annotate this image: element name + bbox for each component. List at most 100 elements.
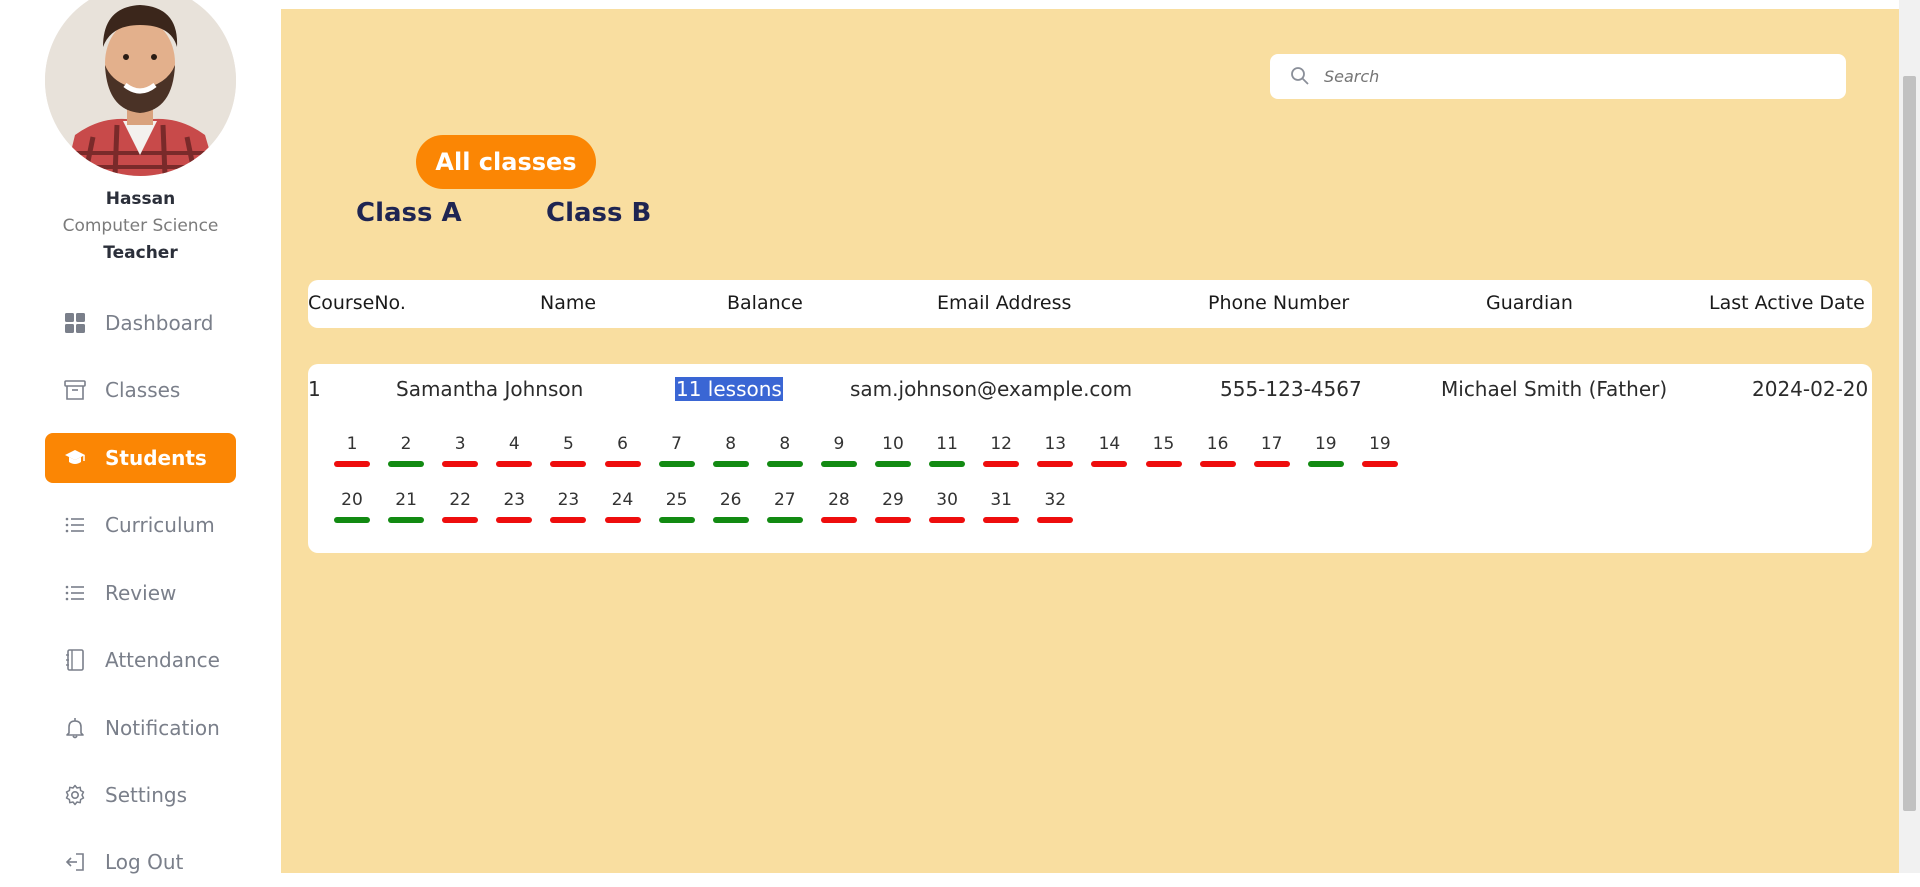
lesson-marker[interactable]: 9 <box>820 434 858 467</box>
cell-balance: 11 lessons <box>675 377 783 401</box>
lesson-marker[interactable]: 26 <box>712 490 750 523</box>
class-b-tab[interactable]: Class B <box>546 198 651 228</box>
lesson-status-bar <box>983 461 1020 467</box>
lesson-number: 10 <box>882 434 904 454</box>
lesson-marker[interactable]: 21 <box>387 490 425 523</box>
lesson-number: 24 <box>611 490 634 510</box>
lesson-marker[interactable]: 31 <box>982 490 1020 523</box>
lesson-marker[interactable]: 14 <box>1090 434 1128 467</box>
lesson-marker[interactable]: 24 <box>604 490 642 523</box>
lesson-marker[interactable]: 7 <box>658 434 696 467</box>
lesson-marker[interactable]: 30 <box>928 490 966 523</box>
lesson-status-bar <box>1199 461 1236 467</box>
lesson-marker[interactable]: 2 <box>387 434 425 467</box>
lesson-marker[interactable]: 16 <box>1199 434 1237 467</box>
lesson-number: 9 <box>833 434 845 454</box>
lesson-marker[interactable]: 5 <box>549 434 587 467</box>
lesson-status-bar <box>929 461 966 467</box>
lesson-status-bar <box>388 461 425 467</box>
lesson-marker[interactable]: 29 <box>874 490 912 523</box>
search-bar[interactable] <box>1270 54 1846 99</box>
logout-icon <box>63 850 87 874</box>
sidebar-item-label: Dashboard <box>105 311 214 335</box>
sidebar-item-label: Log Out <box>105 850 184 874</box>
lesson-status-bar <box>442 517 479 523</box>
search-input[interactable] <box>1324 67 1804 86</box>
lesson-number: 26 <box>719 490 742 510</box>
lesson-marker[interactable]: 23 <box>495 490 533 523</box>
lesson-status-bar <box>820 517 857 523</box>
lesson-status-bar <box>658 461 695 467</box>
lesson-status-bar <box>658 517 695 523</box>
lesson-number: 16 <box>1206 434 1229 454</box>
sidebar-item-dashboard[interactable]: Dashboard <box>45 298 236 348</box>
sidebar-item-curriculum[interactable]: Curriculum <box>45 500 236 550</box>
lesson-status-bar <box>983 517 1020 523</box>
lesson-marker[interactable]: 22 <box>441 490 479 523</box>
lesson-marker[interactable]: 32 <box>1036 490 1074 523</box>
lesson-number: 23 <box>557 490 580 510</box>
sidebar-item-logout[interactable]: Log Out <box>45 837 236 887</box>
lesson-status-bar <box>929 517 966 523</box>
sidebar-item-attendance[interactable]: Attendance <box>45 635 236 685</box>
lesson-marker[interactable]: 8 <box>766 434 804 467</box>
sidebar-item-students[interactable]: Students <box>45 433 236 483</box>
lesson-marker[interactable]: 3 <box>441 434 479 467</box>
lesson-marker[interactable]: 20 <box>333 490 371 523</box>
sidebar-item-settings[interactable]: Settings <box>45 770 236 820</box>
lesson-status-bar <box>875 461 911 467</box>
lesson-number: 17 <box>1260 434 1283 454</box>
profile-department: Computer Science <box>62 216 219 236</box>
lesson-number: 12 <box>990 434 1012 454</box>
list-icon <box>63 513 87 537</box>
sidebar-item-label: Notification <box>105 716 220 740</box>
avatar[interactable] <box>45 0 236 176</box>
lesson-status-bar <box>334 517 370 523</box>
lesson-status-bar <box>766 517 803 523</box>
lesson-marker[interactable]: 10 <box>874 434 912 467</box>
lesson-marker[interactable]: 19 <box>1361 434 1399 467</box>
lesson-status-bar <box>712 517 749 523</box>
sidebar-item-classes[interactable]: Classes <box>45 365 236 415</box>
lesson-marker[interactable]: 28 <box>820 490 858 523</box>
header-email: Email Address <box>937 292 1072 314</box>
lesson-marker[interactable]: 4 <box>495 434 533 467</box>
lesson-number: 25 <box>665 490 688 510</box>
lesson-marker[interactable]: 23 <box>549 490 587 523</box>
lesson-marker[interactable]: 19 <box>1307 434 1345 467</box>
lesson-marker[interactable]: 1 <box>333 434 371 467</box>
sidebar-item-notification[interactable]: Notification <box>45 703 236 753</box>
lesson-marker[interactable]: 15 <box>1145 434 1183 467</box>
lesson-marker[interactable]: 11 <box>928 434 966 467</box>
lesson-marker[interactable]: 17 <box>1253 434 1291 467</box>
class-a-tab[interactable]: Class A <box>356 198 462 228</box>
lesson-marker[interactable]: 6 <box>604 434 642 467</box>
table-row[interactable]: 1 Samantha Johnson 11 lessons sam.johnso… <box>308 364 1872 553</box>
sidebar-item-review[interactable]: Review <box>45 568 236 618</box>
lesson-status-bar <box>496 461 533 467</box>
sidebar-item-label: Attendance <box>105 648 220 672</box>
header-balance: Balance <box>727 292 803 314</box>
lesson-marker[interactable]: 25 <box>658 490 696 523</box>
lesson-number: 30 <box>936 490 958 510</box>
lesson-status-bar <box>388 517 425 523</box>
lesson-number: 27 <box>773 490 796 510</box>
lesson-marker[interactable]: 12 <box>982 434 1020 467</box>
lesson-status-bar <box>712 461 749 467</box>
lesson-marker[interactable]: 8 <box>712 434 750 467</box>
list-icon <box>63 581 87 605</box>
lesson-number: 7 <box>671 434 682 454</box>
header-name: Name <box>540 292 597 314</box>
scrollbar-thumb[interactable] <box>1903 76 1916 811</box>
lesson-marker[interactable]: 27 <box>766 490 804 523</box>
table-header: CourseNo. Name Balance Email Address Pho… <box>308 280 1872 328</box>
scrollbar[interactable] <box>1899 0 1920 873</box>
cell-guardian: Michael Smith (Father) <box>1441 377 1668 401</box>
lesson-marker[interactable]: 13 <box>1036 434 1074 467</box>
lesson-number: 8 <box>725 434 737 454</box>
lesson-number: 31 <box>990 490 1012 510</box>
lesson-number: 13 <box>1044 434 1067 454</box>
all-classes-button[interactable]: All classes <box>416 135 596 189</box>
lesson-number: 14 <box>1098 434 1121 454</box>
search-icon <box>1290 66 1312 88</box>
